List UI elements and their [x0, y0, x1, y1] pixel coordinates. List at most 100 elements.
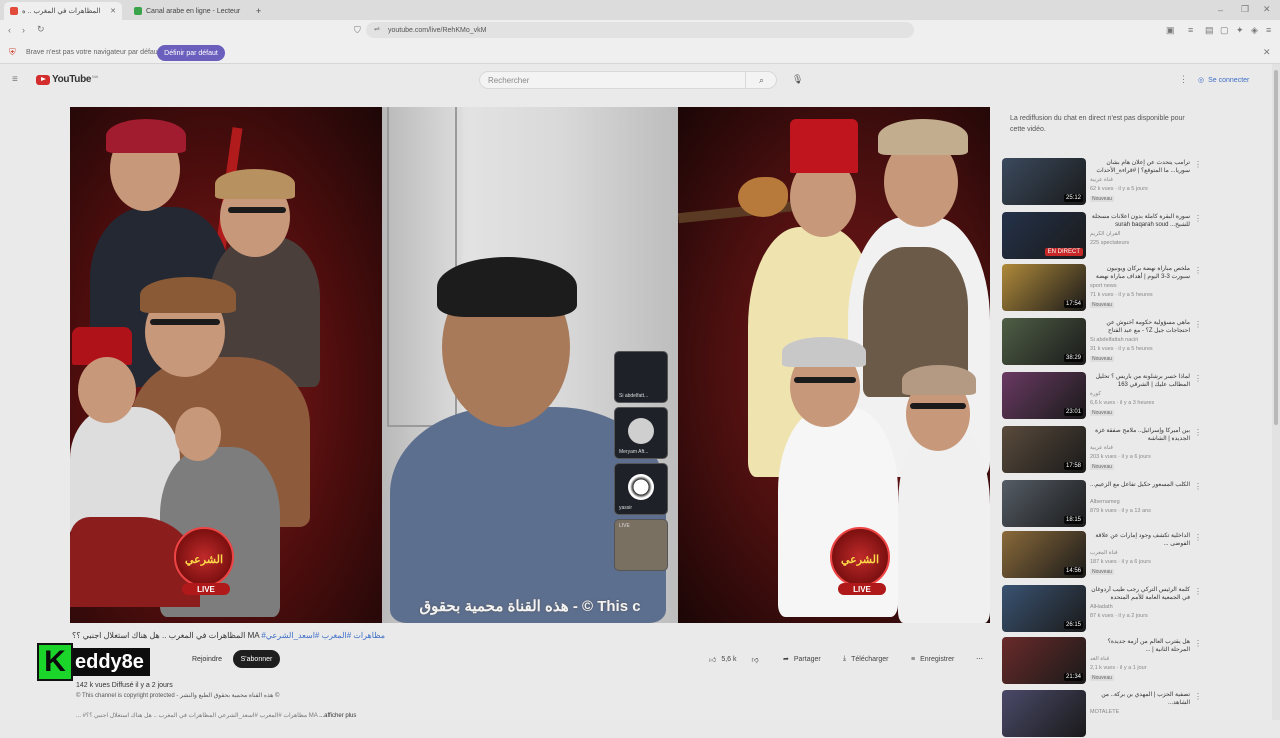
video-thumbnail[interactable]: 38:29 [1002, 318, 1086, 365]
back-icon[interactable]: ‹ [8, 26, 11, 35]
recommended-video[interactable]: 21:34 هل يقترب العالم من أزمة جديدة؟ المر… [1002, 637, 1272, 685]
more-options-icon[interactable]: ⋮ [1194, 639, 1202, 648]
bookmark-icon[interactable]: ⛉ [354, 26, 361, 35]
title-hashtags[interactable]: #مظاهرات #المغرب #اسعد_الشرعي [261, 631, 385, 640]
recommended-video[interactable]: 18:15 الكلب المسعور حكيل تفاعل مع الزعيم.… [1002, 480, 1272, 528]
channel-name[interactable]: Si abdelfattah naciri [1090, 337, 1190, 343]
video-thumbnail[interactable]: 17:54 [1002, 264, 1086, 311]
recommended-title[interactable]: لماذا خسر برشلونة من باريس ؟ تحليل المطا… [1090, 373, 1190, 389]
thumbs-down-icon[interactable]: 👎︎ [752, 655, 759, 664]
more-options-icon[interactable]: ⋮ [1194, 533, 1202, 542]
description-preview[interactable]: ... #مظاهرات #المغرب #اسعد_الشرعي المظاه… [76, 712, 356, 719]
more-options-icon[interactable]: ⋮ [1194, 692, 1202, 701]
reload-icon[interactable]: ↻ [37, 25, 45, 34]
like-button[interactable]: 👍︎ 5,6 k 👎︎ [709, 650, 759, 668]
puzzle-icon[interactable]: ✦ [1236, 26, 1244, 35]
recommended-title[interactable]: كلمة الرئيس التركي رجب طيب أردوغان في ال… [1090, 586, 1190, 602]
sign-in-button[interactable]: ◎ Se connecter [1198, 72, 1249, 88]
search-box[interactable]: Rechercher [479, 71, 777, 89]
tab-2[interactable]: Canal arabe en ligne - Lecteur [128, 2, 250, 20]
close-window-icon[interactable]: ✕ [1263, 5, 1271, 14]
show-more-link[interactable]: ...afficher plus [319, 713, 356, 719]
recommended-title[interactable]: الداخلية تكشف وجود إمارات عن علاقة الفوض… [1090, 532, 1190, 548]
extension-icon[interactable]: ▢ [1220, 26, 1229, 35]
sidebar-icon[interactable]: ▤ [1205, 26, 1214, 35]
channel-name[interactable]: كورة [1090, 391, 1190, 397]
more-options-icon[interactable]: ⋮ [1194, 320, 1202, 329]
hamburger-menu-icon[interactable]: ≡ [12, 75, 18, 85]
more-options-icon[interactable]: ⋮ [1194, 374, 1202, 383]
channel-name[interactable]: القرآن الكريم [1090, 231, 1190, 237]
more-options-icon[interactable]: ⋮ [1194, 587, 1202, 596]
download-button[interactable]: ⤓ Télécharger [843, 650, 888, 668]
join-button[interactable]: Rejoindre [182, 650, 232, 668]
recommended-title[interactable]: هل يقترب العالم من أزمة جديدة؟ المرحلة ا… [1090, 638, 1190, 654]
video-thumbnail[interactable]: 26:15 [1002, 585, 1086, 632]
video-thumbnail[interactable]: 23:01 [1002, 372, 1086, 419]
more-options-icon[interactable]: ⋮ [1194, 266, 1202, 275]
address-bar[interactable]: ⇌ youtube.com/live/RehKMo_vkM [366, 22, 914, 38]
recommended-title[interactable]: ترامب يتحدث عن إعلان هام بشأن سوريا... م… [1090, 159, 1190, 175]
more-options-icon[interactable]: ⋮ [1194, 214, 1202, 223]
channel-name[interactable]: قناة عربية [1090, 445, 1190, 451]
set-default-button[interactable]: Définir par défaut [157, 45, 225, 61]
forward-icon[interactable]: › [22, 26, 25, 35]
recommended-video[interactable]: تصفية الحزب | المهدي بن بركة.. من الشاهد… [1002, 690, 1272, 738]
video-thumbnail[interactable]: 25:12 [1002, 158, 1086, 205]
recommended-video[interactable]: 26:15 كلمة الرئيس التركي رجب طيب أردوغان … [1002, 585, 1272, 633]
recommended-video[interactable]: 23:01 لماذا خسر برشلونة من باريس ؟ تحليل … [1002, 372, 1272, 420]
participant-tile[interactable]: LIVE [614, 519, 668, 571]
save-button[interactable]: ≡ Enregistrer [911, 650, 954, 668]
participant-tile[interactable]: yassir [614, 463, 668, 515]
video-thumbnail[interactable]: 18:15 [1002, 480, 1086, 527]
recommended-video[interactable]: EN DIRECT سورة البقرة كاملة بدون اعلانات … [1002, 212, 1272, 260]
maximize-icon[interactable]: ❐ [1241, 5, 1249, 14]
more-options-icon[interactable]: ⋮ [1194, 160, 1202, 169]
share-button[interactable]: ➦ Partager [783, 650, 821, 668]
wallet-icon[interactable]: ▣ [1166, 26, 1175, 35]
youtube-logo[interactable]: YouTube MA [36, 74, 98, 85]
search-input[interactable]: Rechercher [488, 76, 529, 85]
recommended-title[interactable]: سورة البقرة كاملة بدون اعلانات مسجلة للش… [1090, 213, 1190, 229]
recommended-video[interactable]: 38:29 ماهي مسؤولية حكومة أخنوش عن احتجاجا… [1002, 318, 1272, 366]
subscribe-button[interactable]: S'abonner [233, 650, 280, 668]
microphone-icon[interactable]: 🎙 [792, 75, 803, 84]
site-info-icon[interactable]: ⇌ [374, 26, 380, 33]
more-options-icon[interactable]: ⋮ [1194, 428, 1202, 437]
vpn-icon[interactable]: ◈ [1251, 26, 1258, 35]
recommended-title[interactable]: ماهي مسؤولية حكومة أخنوش عن احتجاجات جيل… [1090, 319, 1190, 335]
participant-tile[interactable]: Meryam Aft... [614, 407, 668, 459]
channel-name[interactable]: Albernameg [1090, 499, 1190, 505]
close-tab-icon[interactable]: ✕ [110, 7, 116, 15]
scrollbar-thumb[interactable] [1274, 70, 1278, 425]
channel-name[interactable]: MOTALETE [1090, 709, 1190, 715]
video-thumbnail[interactable]: 21:34 [1002, 637, 1086, 684]
channel-name[interactable]: قناة عربية [1090, 177, 1190, 183]
minimize-icon[interactable]: – [1218, 6, 1223, 15]
video-thumbnail[interactable]: 17:58 [1002, 426, 1086, 473]
channel-name[interactable]: AlHadath [1090, 604, 1190, 610]
more-options-icon[interactable]: ⋮ [1194, 482, 1202, 491]
participant-tile[interactable]: Si abdelfatt... [614, 351, 668, 403]
recommended-video[interactable]: 14:56 الداخلية تكشف وجود إمارات عن علاقة … [1002, 531, 1272, 579]
recommended-title[interactable]: تصفية الحزب | المهدي بن بركة.. من الشاهد… [1090, 691, 1190, 707]
more-icon[interactable]: ≡ [1266, 26, 1271, 35]
menu-icon[interactable]: ≡ [1188, 26, 1193, 35]
video-player[interactable]: الشرعي LIVE Si abdelfatt... Meryam Aft..… [70, 107, 990, 623]
more-actions-button[interactable]: ⋯ [976, 650, 983, 668]
channel-name[interactable]: قناة الغد [1090, 656, 1190, 662]
video-thumbnail[interactable] [1002, 690, 1086, 737]
recommended-video[interactable]: 17:54 ملخص مباراة نهضة بركان ويونيون سبور… [1002, 264, 1272, 312]
video-thumbnail[interactable]: EN DIRECT [1002, 212, 1086, 259]
channel-name[interactable]: sport news [1090, 283, 1190, 289]
recommended-video[interactable]: 25:12 ترامب يتحدث عن إعلان هام بشأن سوريا… [1002, 158, 1272, 206]
search-button[interactable]: ⌕ [745, 71, 777, 89]
recommended-title[interactable]: بين أميركا وإسرائيل.. ملامح صفقة غزة الج… [1090, 427, 1190, 443]
recommended-title[interactable]: ملخص مباراة نهضة بركان ويونيون سبورت 3-3… [1090, 265, 1190, 281]
new-tab-button[interactable]: + [250, 2, 264, 20]
tab-active[interactable]: المظاهرات في المغرب .. ه ✕ [4, 2, 122, 20]
close-infobar-icon[interactable]: ✕ [1263, 48, 1271, 57]
channel-name[interactable]: قناة المغرب [1090, 550, 1190, 556]
video-thumbnail[interactable]: 14:56 [1002, 531, 1086, 578]
recommended-video[interactable]: 17:58 بين أميركا وإسرائيل.. ملامح صفقة غز… [1002, 426, 1272, 474]
